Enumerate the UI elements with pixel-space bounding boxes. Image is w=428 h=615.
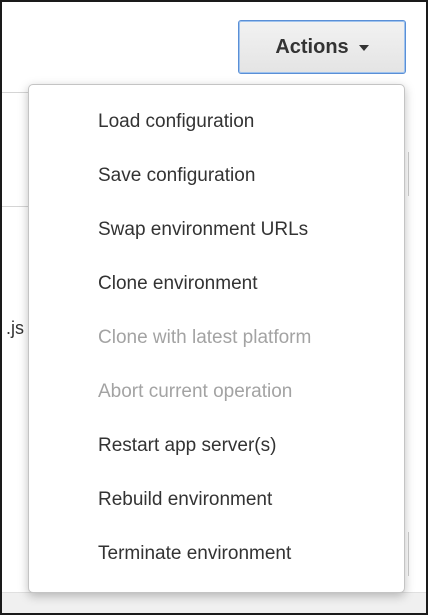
- actions-button[interactable]: Actions: [238, 20, 406, 74]
- page-frame: .js Actions Load configuration Save conf…: [0, 0, 428, 615]
- caret-down-icon: [358, 45, 369, 51]
- background-divider: [408, 152, 409, 196]
- background-divider: [408, 532, 409, 576]
- menu-item-restart-app-servers[interactable]: Restart app server(s): [29, 419, 404, 473]
- menu-item-clone-environment[interactable]: Clone environment: [29, 257, 404, 311]
- menu-item-save-configuration[interactable]: Save configuration: [29, 149, 404, 203]
- menu-item-abort-current-operation: Abort current operation: [98, 381, 293, 402]
- background-footer: [2, 592, 426, 613]
- menu-item-terminate-environment[interactable]: Terminate environment: [29, 527, 404, 581]
- actions-button-label: Actions: [275, 35, 349, 58]
- background-filename-text: .js: [6, 318, 24, 338]
- menu-item-load-configuration[interactable]: Load configuration: [29, 95, 404, 149]
- menu-item-rebuild-environment[interactable]: Rebuild environment: [29, 473, 404, 527]
- actions-dropdown-menu: Load configuration Save configuration Sw…: [28, 84, 405, 593]
- menu-item-swap-environment-urls[interactable]: Swap environment URLs: [29, 203, 404, 257]
- menu-item-clone-with-latest-platform: Clone with latest platform: [98, 327, 312, 348]
